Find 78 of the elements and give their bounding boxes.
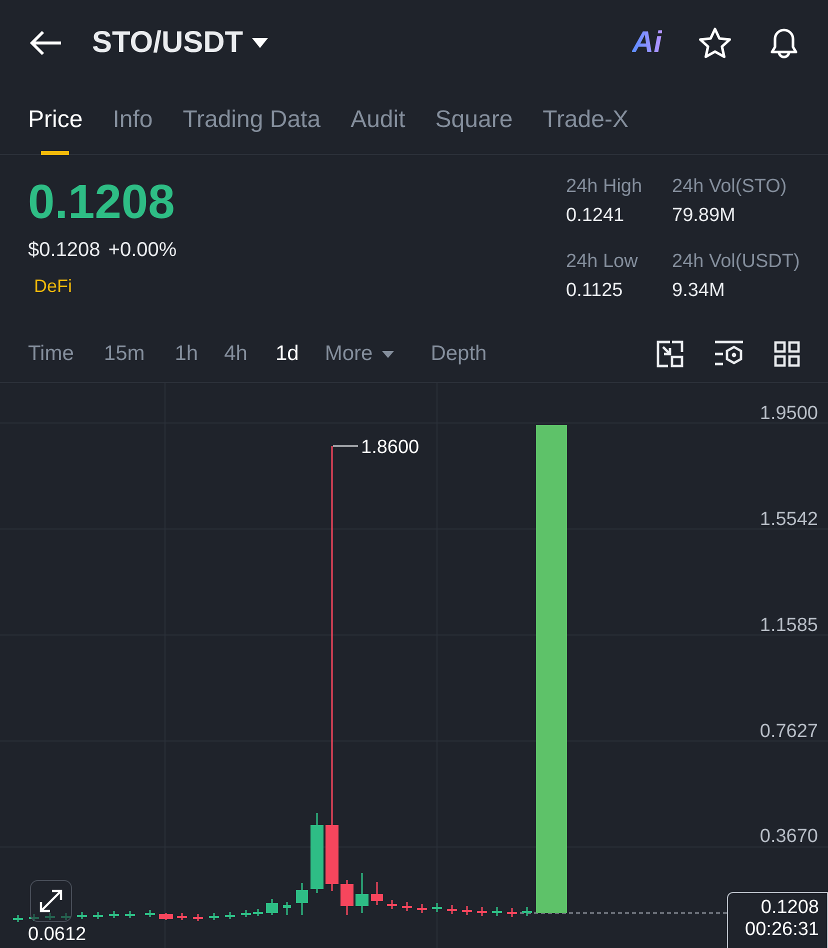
candle	[402, 902, 412, 911]
candle	[432, 903, 442, 912]
caret-icon[interactable]	[251, 36, 270, 48]
candle	[209, 913, 219, 920]
candle	[61, 913, 71, 920]
candle	[241, 910, 251, 917]
expand-button[interactable]	[30, 880, 72, 922]
back-arrow-icon[interactable]	[30, 30, 62, 56]
y-axis-label: 1.1585	[760, 614, 818, 638]
tab[interactable]: Price	[28, 85, 83, 155]
candle	[177, 913, 187, 920]
tab[interactable]: Trading Data	[182, 85, 321, 155]
current-price: 0.1208	[760, 897, 819, 919]
grid-layout-icon[interactable]	[774, 340, 800, 366]
candle	[522, 907, 532, 916]
more-dropdown[interactable]: More	[324, 338, 395, 370]
last-price: 0.1208	[28, 179, 176, 227]
category-tag[interactable]: DeFi	[34, 276, 72, 296]
candle	[225, 912, 235, 919]
expand-icon	[38, 888, 64, 914]
candle	[340, 880, 354, 915]
candle	[13, 915, 23, 922]
interval-tab[interactable]: 15m	[104, 338, 145, 370]
candle	[159, 913, 173, 920]
stat-value: 79.89M	[672, 204, 736, 228]
y-axis-label: 0.3670	[760, 825, 818, 849]
candle	[447, 905, 457, 914]
y-axis-label: 1.5542	[760, 508, 818, 532]
tab[interactable]: Square	[435, 85, 513, 155]
stat-value: 0.1241	[566, 204, 626, 228]
candle	[417, 904, 427, 913]
stat-label: 24h Low	[566, 250, 639, 274]
stat-label: 24h High	[566, 175, 644, 199]
candle	[125, 911, 135, 918]
interval-tab[interactable]: Depth	[430, 338, 487, 370]
low-price-label: 0.0612	[28, 925, 86, 944]
bell-icon[interactable]	[768, 26, 800, 60]
candle	[266, 899, 278, 915]
usd-price: $0.1208	[28, 238, 100, 263]
stat-label: 24h Vol(STO)	[672, 175, 788, 199]
candle	[371, 882, 383, 905]
candle	[283, 902, 291, 915]
candle	[492, 907, 502, 916]
candle	[93, 912, 103, 919]
y-axis-label: 1.9500	[760, 402, 818, 426]
interval-tab[interactable]: Time	[28, 338, 74, 370]
tab[interactable]: Trade-X	[542, 85, 628, 155]
candle	[29, 914, 39, 921]
y-axis-label: 0.7627	[760, 720, 818, 744]
candle-countdown: 00:26:31	[744, 918, 819, 941]
candle	[477, 907, 487, 916]
leader-line	[333, 445, 358, 447]
candle	[77, 912, 87, 919]
caret-icon	[380, 350, 395, 359]
candle	[462, 906, 472, 915]
stat-label: 24h Vol(USDT)	[672, 250, 801, 274]
trading-pair-title[interactable]: STO/USDT	[92, 20, 244, 65]
stat-value: 0.1125	[566, 278, 624, 302]
high-price-label: 1.8600	[361, 436, 420, 460]
interval-tab[interactable]: 4h	[224, 338, 248, 370]
stat-value: 9.34M	[672, 278, 726, 302]
interval-tab[interactable]: 1d	[275, 338, 299, 370]
price-change: +0.00%	[108, 238, 177, 263]
candle	[109, 911, 119, 918]
candle	[45, 913, 55, 920]
candle	[356, 873, 368, 913]
candle	[193, 914, 203, 921]
candle	[296, 883, 308, 915]
candle	[145, 910, 155, 917]
candle	[387, 900, 397, 909]
fullscreen-toggle-icon[interactable]	[656, 340, 684, 368]
tab[interactable]: Audit	[350, 85, 406, 155]
tab[interactable]: Info	[112, 85, 153, 155]
candle	[507, 908, 517, 917]
indicator-settings-icon[interactable]	[714, 340, 744, 368]
star-icon[interactable]	[698, 26, 732, 58]
candle	[253, 909, 263, 916]
interval-tab[interactable]: 1h	[174, 338, 198, 370]
